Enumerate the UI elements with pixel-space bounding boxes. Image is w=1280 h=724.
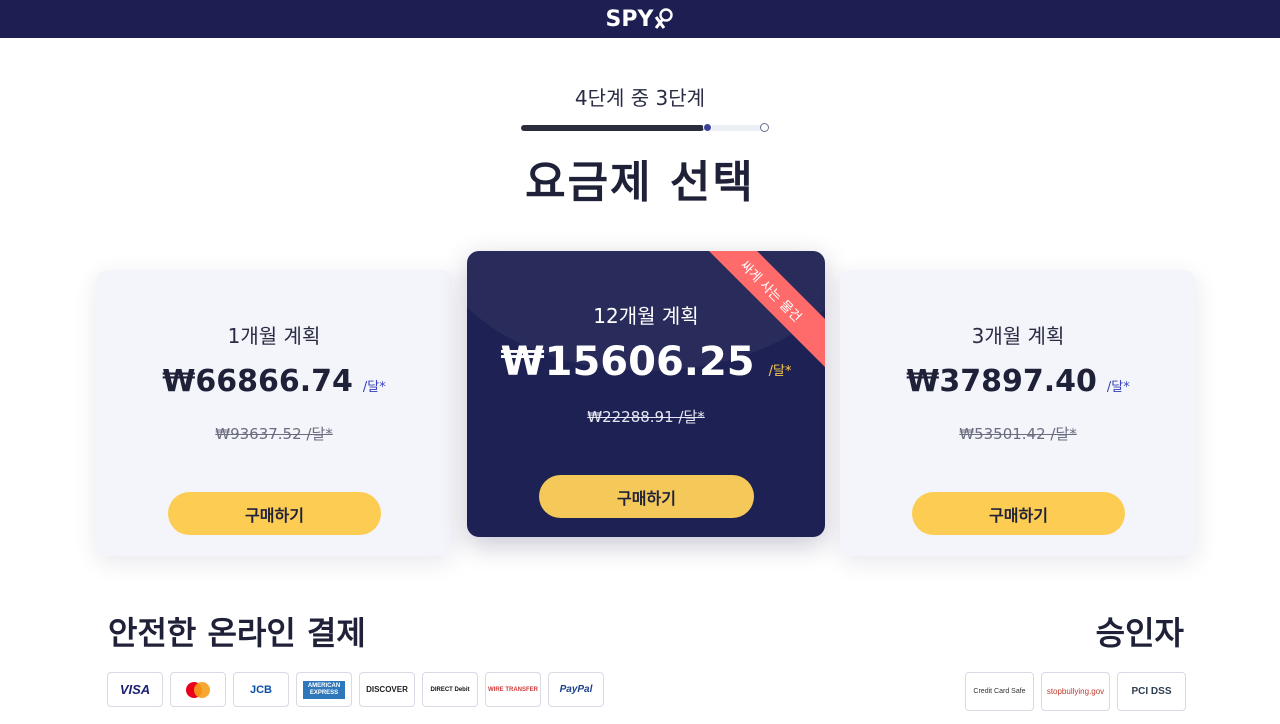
visa-logo: VISA bbox=[107, 672, 163, 707]
price-row: ₩37897.40 /달* bbox=[840, 364, 1196, 399]
credit-card-safe-text: Credit Card Safe bbox=[973, 688, 1026, 695]
payment-methods: VISA JCB AMERICAN EXPRESS DISCOVER DIREC… bbox=[107, 672, 604, 707]
secure-payment-title: 안전한 온라인 결제 bbox=[108, 614, 366, 652]
buy-button-3-month[interactable]: 구매하기 bbox=[912, 492, 1125, 535]
jcb-text: JCB bbox=[249, 683, 272, 696]
plan-name: 12개월 계획 bbox=[593, 304, 699, 328]
jcb-logo: JCB bbox=[233, 672, 289, 707]
price-period: /달* bbox=[362, 380, 386, 395]
visa-text: VISA bbox=[119, 682, 151, 697]
price-period: /달* bbox=[1106, 380, 1130, 395]
paypal-logo: PayPal bbox=[548, 672, 604, 707]
old-price: ₩93637.52 /달* bbox=[215, 425, 333, 443]
discover-logo: DISCOVER bbox=[359, 672, 415, 707]
plan-card-1-month: 1개월 계획 ₩66866.74 /달* ₩93637.52 /달* 구매하기 bbox=[96, 270, 452, 556]
progress-current-dot bbox=[703, 123, 712, 132]
pci-dss-badge: PCI DSS bbox=[1117, 672, 1186, 711]
discover-text: DISCOVER bbox=[366, 685, 408, 694]
price-period: /달* bbox=[768, 364, 792, 379]
plan-price: ₩15606.25 bbox=[500, 339, 755, 385]
approved-by-title: 승인자 bbox=[1095, 614, 1184, 652]
wire-transfer-logo: WIRE TRANSFER bbox=[485, 672, 541, 707]
buy-button-12-month[interactable]: 구매하기 bbox=[539, 475, 754, 518]
plan-price: ₩37897.40 bbox=[906, 364, 1097, 399]
old-price: ₩53501.42 /달* bbox=[959, 425, 1077, 443]
progress-fill bbox=[521, 125, 704, 131]
logo-text: SPY bbox=[605, 6, 654, 32]
plan-name: 3개월 계획 bbox=[971, 324, 1065, 348]
page-title: 요금제 선택 bbox=[525, 157, 755, 208]
wire-transfer-text: WIRE TRANSFER bbox=[488, 686, 538, 693]
pci-dss-text: PCI DSS bbox=[1131, 686, 1172, 697]
approved-badges: Credit Card Safe stopbullying.gov PCI DS… bbox=[965, 672, 1186, 711]
plan-name: 1개월 계획 bbox=[227, 324, 321, 348]
spyx-logo[interactable]: SPY bbox=[606, 7, 675, 32]
credit-card-safe-badge: Credit Card Safe bbox=[965, 672, 1034, 711]
progress-end-dot bbox=[760, 123, 769, 132]
stopbullying-text: stopbullying.gov bbox=[1046, 687, 1105, 696]
paypal-text: PayPal bbox=[559, 684, 593, 695]
direct-debit-logo: DIRECT Debit bbox=[422, 672, 478, 707]
mastercard-icon bbox=[186, 681, 210, 698]
progress-bar bbox=[521, 123, 769, 132]
mastercard-logo bbox=[170, 672, 226, 707]
plan-card-3-month: 3개월 계획 ₩37897.40 /달* ₩53501.42 /달* 구매하기 bbox=[840, 270, 1196, 556]
logo-x-icon bbox=[655, 8, 674, 29]
plan-price: ₩66866.74 bbox=[162, 364, 353, 399]
amex-logo: AMERICAN EXPRESS bbox=[296, 672, 352, 707]
buy-button-1-month[interactable]: 구매하기 bbox=[168, 492, 381, 535]
step-indicator: 4단계 중 3단계 bbox=[574, 86, 706, 110]
old-price: ₩22288.91 /달* bbox=[587, 408, 705, 426]
top-bar: SPY bbox=[0, 0, 1280, 38]
direct-debit-text: DIRECT Debit bbox=[430, 686, 470, 693]
price-row: ₩15606.25 /달* bbox=[467, 339, 825, 385]
plan-card-12-month: 싸게 사는 물건 12개월 계획 ₩15606.25 /달* ₩22288.91… bbox=[467, 251, 825, 537]
amex-text: AMERICAN EXPRESS bbox=[303, 680, 345, 699]
price-row: ₩66866.74 /달* bbox=[96, 364, 452, 399]
stopbullying-badge: stopbullying.gov bbox=[1041, 672, 1110, 711]
